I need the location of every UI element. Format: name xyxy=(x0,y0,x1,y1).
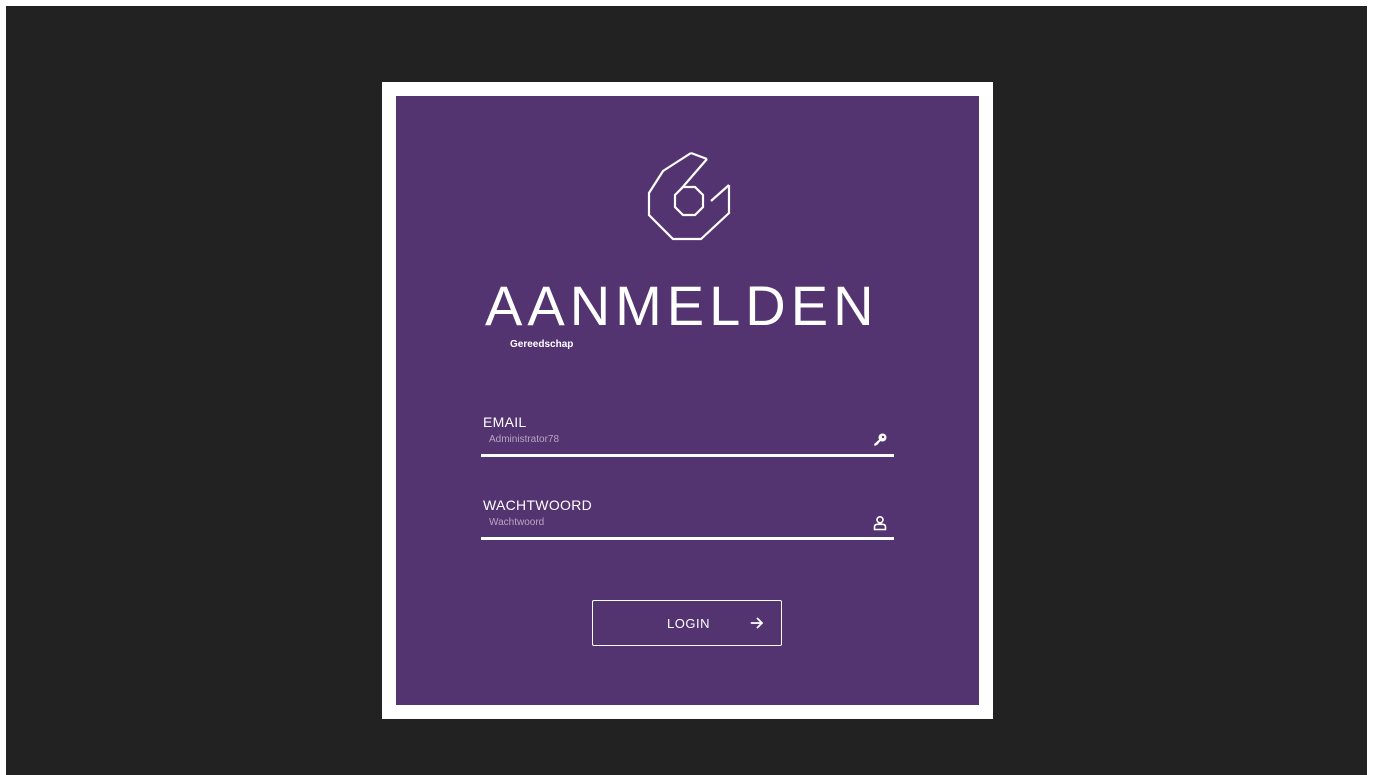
hexagon-six-logo-icon xyxy=(647,151,731,241)
password-field-group: WACHTWOORD xyxy=(481,497,894,540)
password-input[interactable] xyxy=(489,517,849,528)
page-subtitle: Gereedschap xyxy=(510,339,574,350)
login-button[interactable]: LOGIN xyxy=(592,600,782,646)
email-field-row xyxy=(481,432,894,457)
password-field-row xyxy=(481,515,894,540)
app-screen: AANMELDEN Gereedschap EMAIL WACHTWOORD xyxy=(6,6,1367,775)
email-field-group: EMAIL xyxy=(481,414,894,457)
email-label: EMAIL xyxy=(483,414,527,430)
login-button-label: LOGIN xyxy=(667,616,710,631)
user-icon xyxy=(873,516,887,531)
key-icon xyxy=(874,433,887,446)
email-input[interactable] xyxy=(489,434,849,445)
login-panel: AANMELDEN Gereedschap EMAIL WACHTWOORD xyxy=(396,96,979,705)
password-label: WACHTWOORD xyxy=(483,497,593,513)
login-frame: AANMELDEN Gereedschap EMAIL WACHTWOORD xyxy=(382,82,993,719)
arrow-right-icon xyxy=(750,617,763,629)
page-title: AANMELDEN xyxy=(485,274,879,337)
